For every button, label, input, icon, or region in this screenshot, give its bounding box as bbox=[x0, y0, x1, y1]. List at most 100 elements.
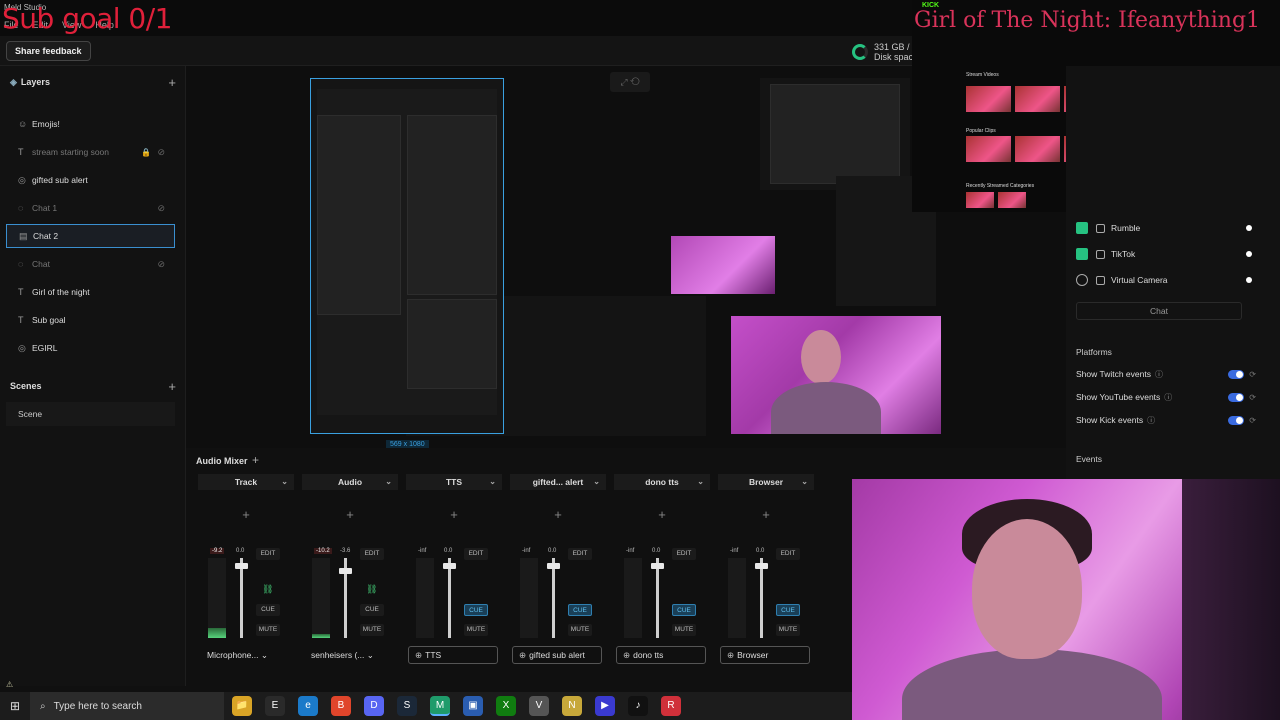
add-audio-track-button[interactable]: + bbox=[252, 453, 259, 467]
layer-item[interactable]: ▤ Chat 2 bbox=[6, 224, 175, 248]
source-selector[interactable]: ⊕ gifted sub alert bbox=[512, 646, 602, 664]
toggle-switch[interactable] bbox=[1228, 415, 1244, 425]
layer-item[interactable]: T Girl of the night bbox=[6, 280, 175, 304]
layer-item[interactable]: ◌ Chat ⊘ bbox=[6, 252, 175, 276]
layer-item[interactable]: ◎ EGIRL bbox=[6, 336, 175, 360]
link-icon[interactable]: ⛓ bbox=[262, 584, 273, 595]
mute-button[interactable]: MUTE bbox=[256, 624, 280, 636]
add-filter-button[interactable]: + bbox=[510, 490, 606, 540]
source-selector[interactable]: senheisers (... ⌄ bbox=[304, 646, 394, 664]
chat-button[interactable]: Chat bbox=[1076, 302, 1242, 320]
strip-header[interactable]: dono tts ⌄ bbox=[614, 474, 710, 490]
strip-header[interactable]: Browser ⌄ bbox=[718, 474, 814, 490]
visibility-off-icon[interactable]: ⊘ bbox=[157, 147, 165, 158]
add-scene-button[interactable]: + bbox=[168, 379, 176, 394]
discord-icon[interactable]: D bbox=[364, 696, 384, 716]
meld-icon[interactable]: M bbox=[430, 696, 450, 716]
layer-item[interactable]: ◌ Chat 1 ⊘ bbox=[6, 196, 175, 220]
volume-fader[interactable] bbox=[755, 558, 768, 638]
visibility-off-icon[interactable]: ⊘ bbox=[157, 259, 165, 270]
add-filter-button[interactable]: + bbox=[614, 490, 710, 540]
share-feedback-button[interactable]: Share feedback bbox=[6, 41, 91, 61]
app-red-icon[interactable]: R bbox=[661, 696, 681, 716]
volume-fader[interactable] bbox=[339, 558, 352, 638]
toggle-switch[interactable] bbox=[1228, 369, 1244, 379]
edit-button[interactable]: EDIT bbox=[568, 548, 592, 560]
cue-button[interactable]: CUE bbox=[568, 604, 592, 616]
cue-button[interactable]: CUE bbox=[360, 604, 384, 616]
strip-header[interactable]: TTS ⌄ bbox=[406, 474, 502, 490]
fader-knob[interactable] bbox=[651, 563, 664, 570]
source-selector[interactable]: Microphone... ⌄ bbox=[200, 646, 290, 664]
steam-icon[interactable]: S bbox=[397, 696, 417, 716]
strip-header[interactable]: gifted... alert ⌄ bbox=[510, 474, 606, 490]
edit-button[interactable]: EDIT bbox=[776, 548, 800, 560]
vpn-icon[interactable]: V bbox=[529, 696, 549, 716]
fader-knob[interactable] bbox=[235, 563, 248, 570]
fader-knob[interactable] bbox=[755, 563, 768, 570]
add-layer-button[interactable]: + bbox=[168, 75, 176, 90]
source-selector[interactable]: ⊕ TTS bbox=[408, 646, 498, 664]
taskbar-search[interactable]: ⌕ Type here to search bbox=[30, 692, 224, 720]
fader-knob[interactable] bbox=[339, 567, 352, 574]
checkbox[interactable] bbox=[1096, 223, 1105, 233]
visibility-off-icon[interactable]: ⊘ bbox=[157, 203, 165, 214]
edit-button[interactable]: EDIT bbox=[464, 548, 488, 560]
strip-header[interactable]: Audio ⌄ bbox=[302, 474, 398, 490]
destination-item[interactable]: Rumble bbox=[1076, 216, 1252, 240]
nested-studio-preview[interactable] bbox=[310, 78, 504, 434]
add-filter-button[interactable]: + bbox=[302, 490, 398, 540]
add-filter-button[interactable]: + bbox=[406, 490, 502, 540]
mute-button[interactable]: MUTE bbox=[776, 624, 800, 636]
file-explorer-icon[interactable]: 📁 bbox=[232, 696, 252, 716]
source-selector[interactable]: ⊕ Browser bbox=[720, 646, 810, 664]
layer-item[interactable]: ☺ Emojis! bbox=[6, 112, 175, 136]
store-icon[interactable]: ▣ bbox=[463, 696, 483, 716]
edit-button[interactable]: EDIT bbox=[672, 548, 696, 560]
link-icon[interactable]: ⛓ bbox=[366, 584, 377, 595]
fader-knob[interactable] bbox=[443, 563, 456, 570]
notepad-icon[interactable]: N bbox=[562, 696, 582, 716]
strip-header[interactable]: Track ⌄ bbox=[198, 474, 294, 490]
layer-item[interactable]: T Sub goal bbox=[6, 308, 175, 332]
windows-start-icon[interactable]: ⊞ bbox=[10, 699, 20, 713]
edge-icon[interactable]: e bbox=[298, 696, 318, 716]
edit-button[interactable]: EDIT bbox=[360, 548, 384, 560]
refresh-icon[interactable]: ⟳ bbox=[1249, 416, 1256, 425]
brave-icon[interactable]: B bbox=[331, 696, 351, 716]
edit-button[interactable]: EDIT bbox=[256, 548, 280, 560]
refresh-icon[interactable]: ⟳ bbox=[1249, 370, 1256, 379]
cue-button[interactable]: CUE bbox=[776, 604, 800, 616]
cue-button[interactable]: CUE bbox=[464, 604, 488, 616]
destination-item[interactable]: TikTok bbox=[1076, 242, 1252, 266]
info-icon[interactable]: ⓘ bbox=[1147, 415, 1155, 426]
info-icon[interactable]: ⓘ bbox=[1164, 392, 1172, 403]
layer-item[interactable]: ◎ gifted sub alert bbox=[6, 168, 175, 192]
mute-button[interactable]: MUTE bbox=[464, 624, 488, 636]
mute-button[interactable]: MUTE bbox=[360, 624, 384, 636]
cue-button[interactable]: CUE bbox=[256, 604, 280, 616]
add-filter-button[interactable]: + bbox=[718, 490, 814, 540]
volume-fader[interactable] bbox=[547, 558, 560, 638]
toggle-switch[interactable] bbox=[1228, 392, 1244, 402]
lock-icon[interactable]: 🔒 bbox=[141, 148, 151, 157]
refresh-icon[interactable]: ⟳ bbox=[1249, 393, 1256, 402]
add-filter-button[interactable]: + bbox=[198, 490, 294, 540]
layer-item[interactable]: Tstream starting soon ⊘ 🔒 bbox=[6, 140, 175, 164]
messenger-icon[interactable]: ▶ bbox=[595, 696, 615, 716]
mute-button[interactable]: MUTE bbox=[568, 624, 592, 636]
source-selector[interactable]: ⊕ dono tts bbox=[616, 646, 706, 664]
checkbox[interactable] bbox=[1096, 249, 1105, 259]
checkbox[interactable] bbox=[1096, 275, 1105, 285]
canvas-controls[interactable]: ⤢ ⟲ bbox=[610, 72, 650, 92]
cue-button[interactable]: CUE bbox=[672, 604, 696, 616]
volume-fader[interactable] bbox=[443, 558, 456, 638]
mute-button[interactable]: MUTE bbox=[672, 624, 696, 636]
destination-item[interactable]: Virtual Camera bbox=[1076, 268, 1252, 292]
tiktok-icon[interactable]: ♪ bbox=[628, 696, 648, 716]
warning-icon[interactable]: ⚠ bbox=[6, 680, 13, 689]
fader-knob[interactable] bbox=[547, 563, 560, 570]
epic-games-icon[interactable]: E bbox=[265, 696, 285, 716]
volume-fader[interactable] bbox=[235, 558, 248, 638]
volume-fader[interactable] bbox=[651, 558, 664, 638]
